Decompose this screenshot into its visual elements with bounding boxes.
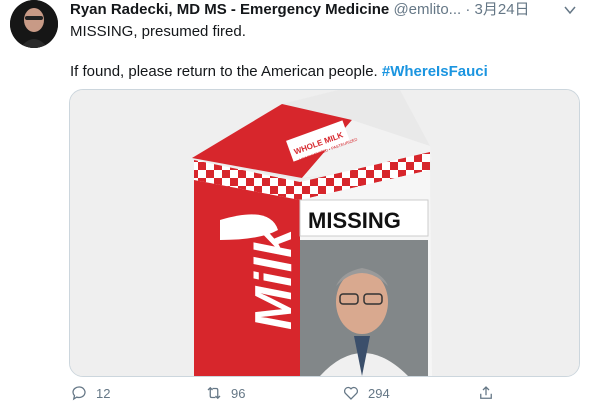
author-avatar[interactable] [10,0,58,48]
tweet-date[interactable]: 3月24日 [475,1,530,18]
reply-action[interactable]: 12 [70,384,110,402]
tweet-text-body: If found, please return to the American … [70,63,378,80]
like-count: 294 [368,385,390,401]
retweet-icon [207,386,221,400]
author-name[interactable]: Ryan Radecki, MD MS - Emergency Medicine [70,1,389,18]
tweet-media[interactable]: WHOLE MILK HOMOGENIZED • PASTEURIZED Mil… [69,89,580,377]
tweet-actions: 12 96 294 [70,384,570,408]
chevron-down-icon[interactable] [563,3,577,17]
share-action[interactable] [477,384,495,402]
tweet-text-line-2: If found, please return to the American … [70,62,488,82]
reply-icon [72,386,86,401]
tweet-text-line-1: MISSING, presumed fired. [70,23,246,40]
author-handle[interactable]: @emlito... [393,1,461,18]
like-action[interactable]: 294 [342,384,390,402]
heart-icon [343,386,359,400]
header-separator: · [465,1,471,18]
reply-count: 12 [96,385,111,401]
share-icon [480,386,492,399]
milk-carton-image: WHOLE MILK HOMOGENIZED • PASTEURIZED Mil… [70,90,579,376]
hashtag-link[interactable]: #WhereIsFauci [382,63,488,80]
missing-label: MISSING [308,208,401,233]
carton-brand-text: Milk [245,226,303,330]
avatar-photo [10,0,58,48]
retweet-action[interactable]: 96 [205,384,245,402]
retweet-count: 96 [231,385,246,401]
tweet-header: Ryan Radecki, MD MS - Emergency Medicine… [70,0,540,20]
